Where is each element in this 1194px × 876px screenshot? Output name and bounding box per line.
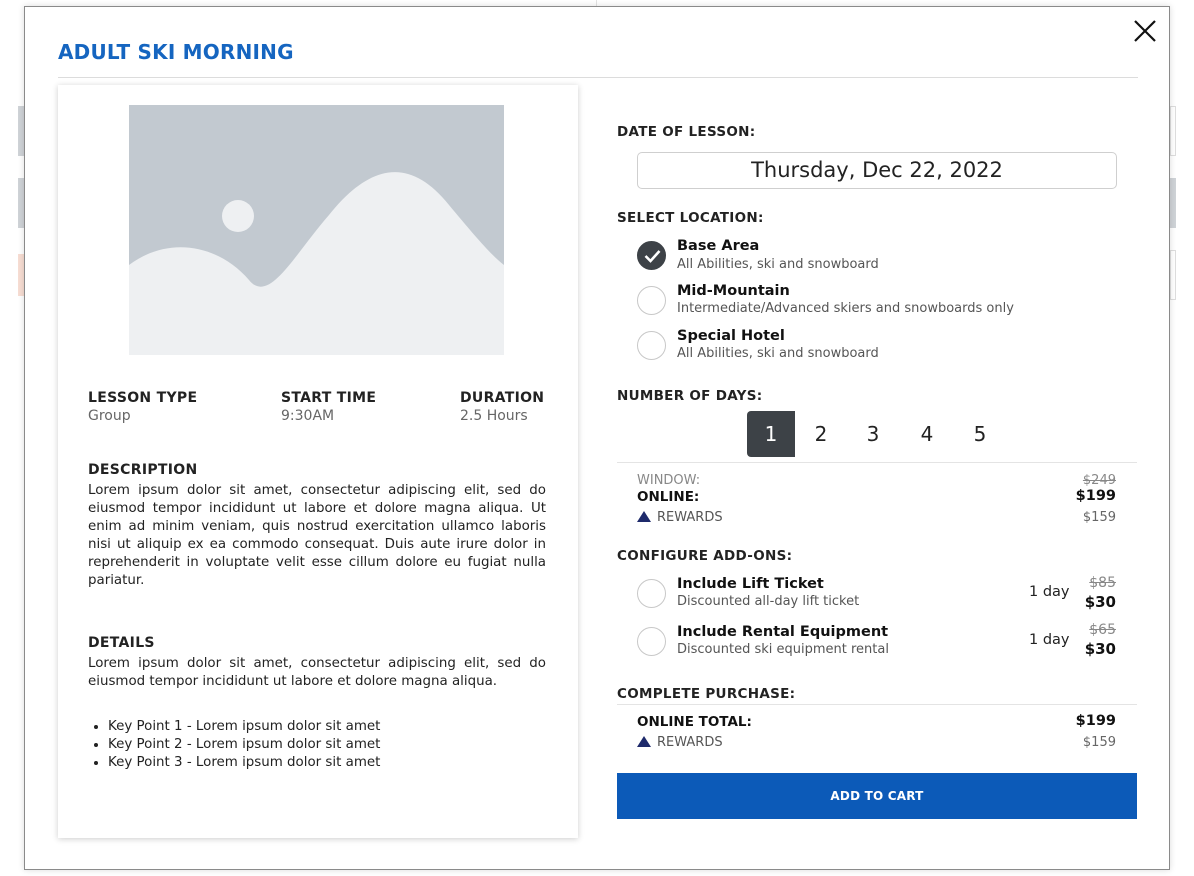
duration-value: 2.5 Hours: [460, 408, 528, 424]
add-to-cart-button[interactable]: ADD TO CART: [617, 773, 1137, 819]
day-option-2[interactable]: 2: [797, 411, 845, 457]
addon-days: 1 day: [1029, 632, 1070, 648]
location-subtitle: Intermediate/Advanced skiers and snowboa…: [677, 301, 1014, 316]
purchase-divider: [617, 704, 1137, 705]
location-label: SELECT LOCATION:: [617, 210, 764, 226]
rewards-label: REWARDS: [657, 510, 723, 525]
start-time-value: 9:30AM: [281, 408, 335, 424]
duration: DURATION 2.5 Hours: [460, 390, 544, 424]
lesson-type: LESSON TYPE Group: [88, 390, 197, 424]
start-time: START TIME 9:30AM: [281, 390, 376, 424]
online-price-label: ONLINE:: [637, 489, 700, 505]
lesson-type-label: LESSON TYPE: [88, 390, 198, 406]
day-option-5[interactable]: 5: [956, 411, 1004, 457]
location-radio-mid-mountain[interactable]: [637, 286, 666, 315]
day-option-1[interactable]: 1: [747, 411, 795, 457]
close-button[interactable]: [1131, 17, 1159, 45]
day-option-3[interactable]: 3: [849, 411, 897, 457]
lesson-modal: ADULT SKI MORNING LESSON TYPE Group STAR…: [24, 6, 1170, 870]
details-heading: DETAILS: [88, 635, 155, 651]
addon-days: 1 day: [1029, 584, 1070, 600]
bg-row: [1170, 106, 1176, 156]
details-text: Lorem ipsum dolor sit amet, consectetur …: [88, 656, 546, 689]
date-picker[interactable]: Thursday, Dec 22, 2022: [637, 152, 1117, 189]
rewards-total-row: REWARDS: [637, 735, 723, 750]
addon-checkbox-rental[interactable]: [637, 627, 666, 656]
addon-title: Include Rental Equipment: [677, 624, 889, 640]
location-radio-base-area[interactable]: [637, 241, 666, 270]
location-title: Mid-Mountain: [677, 283, 790, 299]
addon-checkbox-lift-ticket[interactable]: [637, 579, 666, 608]
description-heading: DESCRIPTION: [88, 462, 198, 478]
days-divider: [617, 462, 1137, 463]
bg-row: [1170, 250, 1176, 300]
list-item: Key Point 2 - Lorem ipsum dolor sit amet: [108, 736, 380, 754]
modal-title: ADULT SKI MORNING: [58, 40, 294, 64]
bg-row: [1170, 178, 1176, 228]
location-radio-special-hotel[interactable]: [637, 331, 666, 360]
image-placeholder-icon: [129, 105, 504, 355]
date-label: DATE OF LESSON:: [617, 124, 756, 140]
title-divider: [58, 77, 1138, 78]
duration-label: DURATION: [460, 390, 545, 406]
rewards-price: $159: [1082, 510, 1116, 525]
purchase-label: COMPLETE PURCHASE:: [617, 686, 796, 702]
mountain-icon: [637, 511, 651, 522]
key-points-list: Key Point 1 - Lorem ipsum dolor sit amet…: [108, 718, 380, 772]
location-title: Special Hotel: [677, 328, 785, 344]
rewards-row: REWARDS: [637, 510, 723, 525]
online-total-label: ONLINE TOTAL:: [637, 714, 752, 730]
mountain-icon: [637, 736, 651, 747]
online-total: $199: [1075, 713, 1116, 729]
list-item: Key Point 3 - Lorem ipsum dolor sit amet: [108, 754, 380, 772]
start-time-label: START TIME: [281, 390, 377, 406]
days-label: NUMBER OF DAYS:: [617, 388, 763, 404]
addons-label: CONFIGURE ADD-ONS:: [617, 548, 793, 564]
location-title: Base Area: [677, 238, 760, 254]
lesson-info-card: LESSON TYPE Group START TIME 9:30AM DURA…: [58, 85, 578, 838]
window-price-label: WINDOW:: [637, 473, 701, 488]
location-subtitle: All Abilities, ski and snowboard: [677, 346, 879, 361]
rewards-total: $159: [1082, 735, 1116, 750]
lesson-type-value: Group: [88, 408, 131, 424]
rewards-total-label: REWARDS: [657, 735, 723, 750]
addon-subtitle: Discounted ski equipment rental: [677, 642, 889, 657]
online-price: $199: [1075, 488, 1116, 504]
day-option-4[interactable]: 4: [903, 411, 951, 457]
addon-subtitle: Discounted all-day lift ticket: [677, 594, 860, 609]
window-price: $249: [1082, 473, 1116, 488]
addon-price: $30: [1084, 593, 1116, 611]
list-item: Key Point 1 - Lorem ipsum dolor sit amet: [108, 718, 380, 736]
addon-title: Include Lift Ticket: [677, 576, 824, 592]
addon-old-price: $85: [1089, 575, 1116, 591]
addon-old-price: $65: [1089, 622, 1116, 638]
addon-price: $30: [1084, 640, 1116, 658]
description-text: Lorem ipsum dolor sit amet, consectetur …: [88, 483, 546, 588]
close-icon: [1134, 20, 1156, 42]
location-subtitle: All Abilities, ski and snowboard: [677, 257, 879, 272]
checkmark-icon: [644, 250, 661, 263]
